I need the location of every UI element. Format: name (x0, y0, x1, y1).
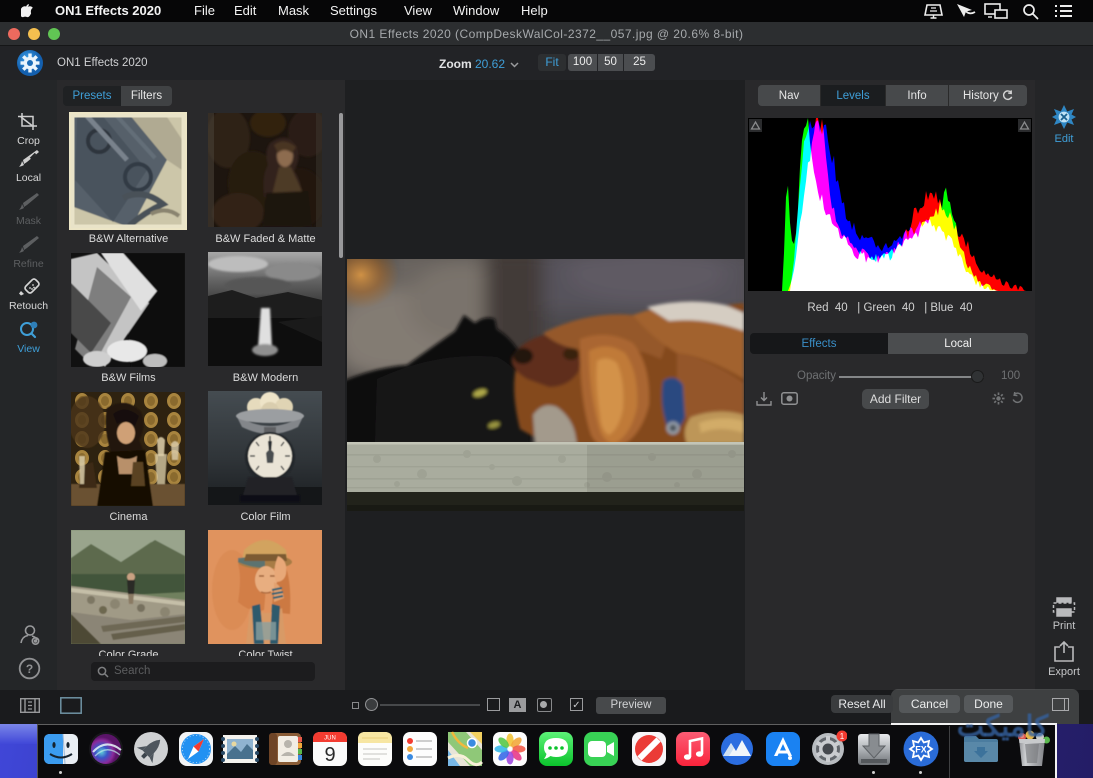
svg-text:JUN: JUN (324, 736, 336, 742)
svg-text:FX: FX (915, 745, 927, 755)
svg-text:1: 1 (840, 732, 845, 741)
svg-text:9: 9 (324, 744, 335, 766)
svg-text:?: ? (26, 662, 33, 676)
